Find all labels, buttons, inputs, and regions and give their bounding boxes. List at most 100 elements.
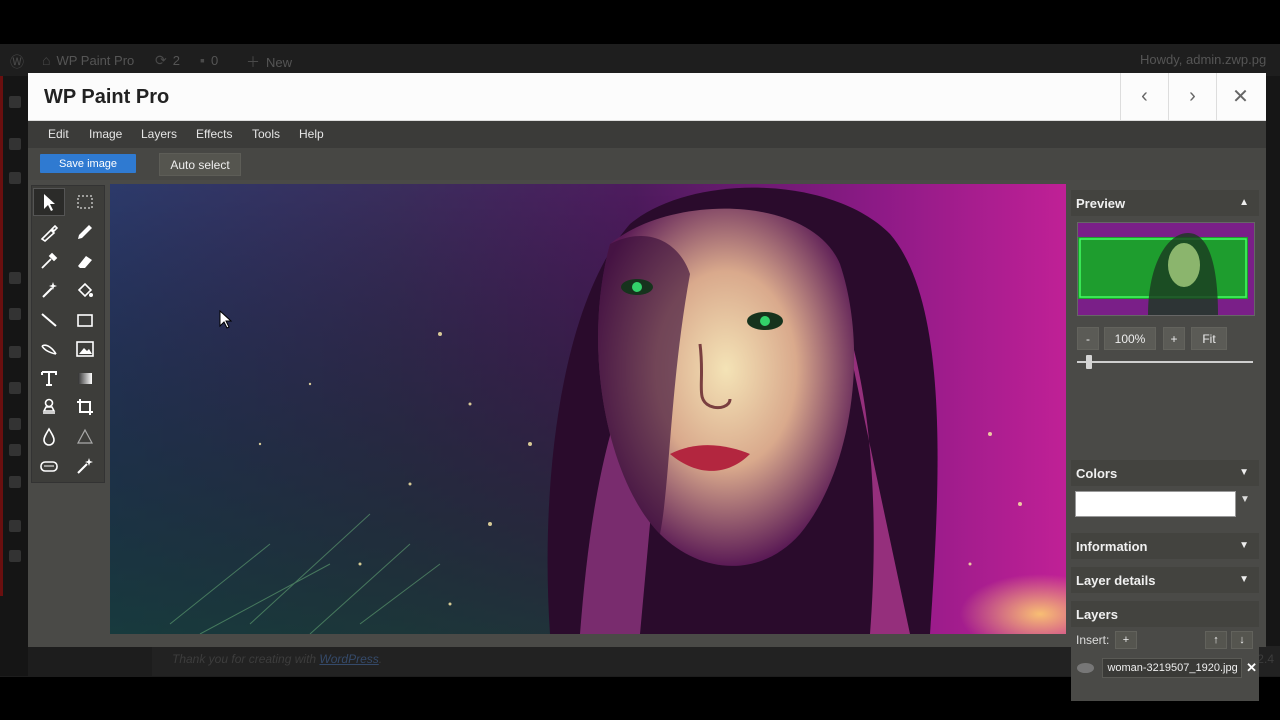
zoom-out-button[interactable]: - [1077,327,1099,350]
pencil-button[interactable] [70,219,100,245]
new-link[interactable]: ＋ New [246,52,292,72]
site-name-link[interactable]: ⌂ WP Paint Pro [42,52,134,68]
preview-body: - 100% + Fit [1071,216,1259,369]
zoom-in-button[interactable]: + [1163,327,1185,350]
updates-link[interactable]: ⟳ 2 [155,52,180,69]
fill-icon [77,282,93,298]
insert-layer-button[interactable]: + [1115,631,1137,649]
bulge-button[interactable] [34,453,64,479]
menu-tools[interactable]: Tools [252,127,280,141]
close-icon: ✕ [1232,86,1249,108]
comments-count: 0 [210,52,219,68]
layer-down-button[interactable]: ↓ [1231,631,1253,649]
sparkle-button[interactable] [70,453,100,479]
comments-link[interactable]: ▪ 0 [200,52,218,68]
mouse-cursor-icon [219,310,233,329]
media-icon[interactable] [9,172,21,184]
line-button[interactable] [34,307,64,333]
settings-icon[interactable] [9,476,21,488]
layers-header[interactable]: Layers [1071,601,1259,627]
information-header[interactable]: Information ▼ [1071,533,1259,559]
tools-menu-icon[interactable] [9,444,21,456]
fill-button[interactable] [70,277,100,303]
brush-button[interactable] [34,219,64,245]
sparkle-icon [77,458,93,474]
pencil-icon [78,225,92,239]
magic-wand-button[interactable] [34,277,64,303]
image-canvas[interactable] [110,184,1066,634]
pages-icon[interactable] [9,272,21,284]
next-button[interactable]: › [1168,73,1216,120]
wp-admin-bar: Ⓦ ⌂ WP Paint Pro ⟳ 2 ▪ 0 ＋ New Howdy, ad… [0,44,1280,76]
color-picker-button[interactable] [34,248,64,274]
menu-layers[interactable]: Layers [141,127,177,141]
image-button[interactable] [70,336,100,362]
collapse-down-icon: ▼ [1239,467,1249,478]
marquee-select-icon [77,195,93,209]
footer-wordpress-link[interactable]: WordPress [319,652,378,666]
color-input[interactable] [1075,491,1236,517]
menu-edit[interactable]: Edit [48,127,69,141]
dashboard-icon[interactable] [9,96,21,108]
curve-icon [41,344,57,355]
image-icon [76,341,94,357]
crop-icon [77,399,93,415]
collapse-up-icon: ▲ [1239,197,1249,208]
layer-up-button[interactable]: ↑ [1205,631,1227,649]
menu-image[interactable]: Image [89,127,122,141]
footer-thanks-text: Thank you for creating with [172,652,317,666]
clone-stamp-button[interactable] [34,394,64,420]
colors-header[interactable]: Colors ▼ [1071,460,1259,486]
layer-details-title: Layer details [1076,572,1156,588]
gradient-button[interactable] [70,365,100,391]
comments-menu-icon[interactable] [9,308,21,320]
clone-stamp-icon [42,398,56,414]
appearance-icon[interactable] [9,346,21,358]
select-tool-icon [44,194,55,211]
footer-thanks: Thank you for creating with WordPress. [172,652,383,666]
wordpress-logo-icon[interactable]: Ⓦ [10,52,24,72]
menu-effects[interactable]: Effects [196,127,232,141]
delete-layer-icon[interactable]: ✕ [1246,660,1257,676]
prev-button[interactable]: ‹ [1120,73,1168,120]
preview-title: Preview [1076,195,1126,211]
plugins-icon[interactable] [9,382,21,394]
magic-wand-icon [42,282,57,298]
blur-button[interactable] [34,424,64,450]
curve-button[interactable] [34,336,64,362]
action-toolbar: Save image Auto select [28,148,1266,180]
play-icon[interactable] [9,550,21,562]
layer-details-header[interactable]: Layer details ▼ [1071,567,1259,593]
preview-thumbnail[interactable] [1077,222,1255,316]
rectangle-button[interactable] [70,307,100,333]
eraser-button[interactable] [70,248,100,274]
home-icon: ⌂ [42,52,51,68]
sidebar-accent [0,76,3,596]
zoom-slider[interactable] [1077,361,1253,363]
zoom-fit-button[interactable]: Fit [1191,327,1227,350]
marquee-select-button[interactable] [70,189,100,215]
select-tool-button[interactable] [33,188,65,216]
layer-row[interactable]: woman-3219507_1920.jpg ✕ [1077,658,1257,678]
howdy-label: Howdy, admin.zwp.pg [1140,52,1267,67]
color-dropdown-icon[interactable]: ▼ [1240,494,1250,505]
posts-icon[interactable] [9,138,21,150]
menu-help[interactable]: Help [299,127,324,141]
refresh-icon: ⟳ [155,52,167,68]
text-button[interactable] [34,365,64,391]
zoom-value[interactable]: 100% [1104,327,1156,350]
save-image-button[interactable]: Save image [40,154,136,173]
zoom-slider-handle[interactable] [1085,355,1092,369]
sharpen-icon [76,428,94,444]
crop-button[interactable] [70,394,100,420]
auto-select-button[interactable]: Auto select [159,153,241,176]
close-button[interactable]: ✕ [1216,73,1264,120]
howdy-user[interactable]: Howdy, admin.zwp.pg [1140,52,1266,67]
sharpen-button[interactable] [70,424,100,450]
preview-header[interactable]: Preview ▲ [1071,190,1259,216]
wp-admin-sidebar [0,76,28,676]
users-icon[interactable] [9,418,21,430]
collapse-icon[interactable] [9,520,21,532]
preview-image [1078,223,1254,315]
eye-icon[interactable] [1077,663,1095,673]
